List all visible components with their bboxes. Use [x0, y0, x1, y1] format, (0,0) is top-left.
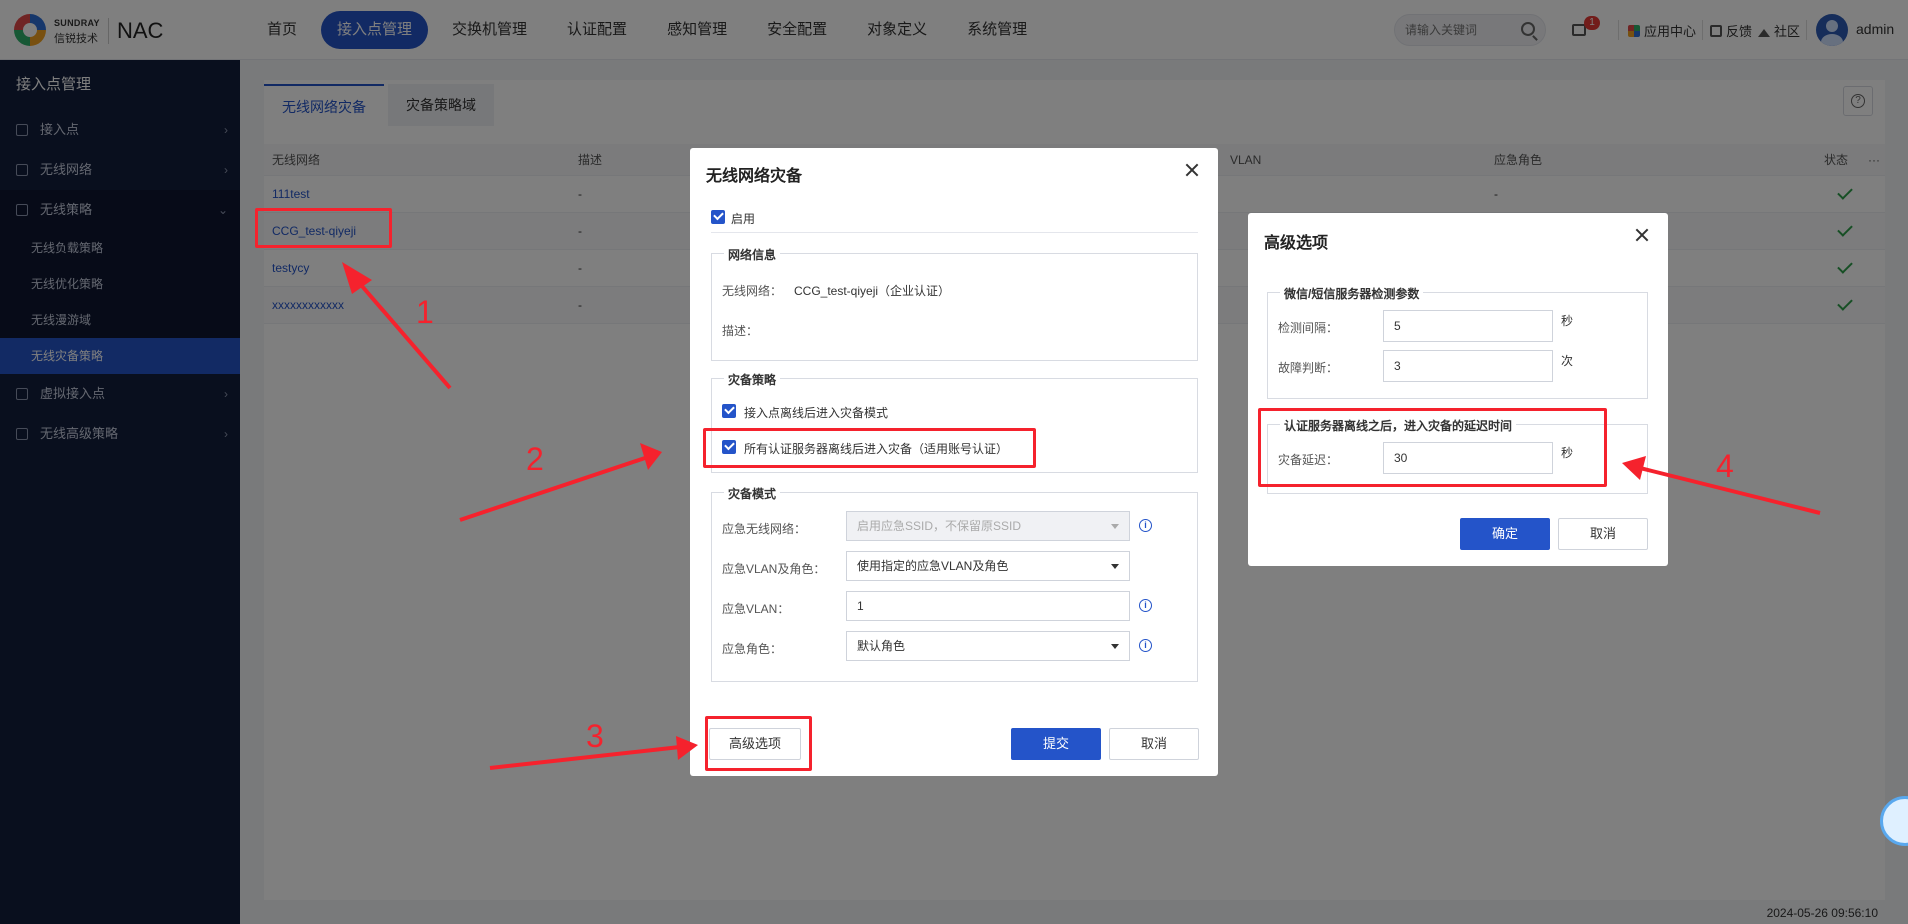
- description-label: 描述：: [722, 324, 759, 338]
- annotation-number-3: 3: [586, 718, 604, 754]
- vlan-label: 应急VLAN：: [722, 602, 790, 616]
- chevron-down-icon: [1111, 564, 1119, 569]
- emergency-wlan-select: 启用应急SSID，不保留原SSID: [846, 511, 1130, 541]
- ap-offline-checkbox[interactable]: [722, 404, 736, 418]
- input-value: 1: [857, 599, 864, 613]
- select-value: 默认角色: [857, 639, 906, 653]
- cancel-button[interactable]: 取消: [1109, 728, 1199, 760]
- chevron-down-icon: [1111, 644, 1119, 649]
- network-value: CCG_test-qiyeji（企业认证）: [794, 284, 951, 298]
- vlan-role-select[interactable]: 使用指定的应急VLAN及角色: [846, 551, 1130, 581]
- fault-label: 故障判断：: [1278, 361, 1339, 375]
- annotation-highlight-3: [705, 716, 812, 771]
- select-value: 使用指定的应急VLAN及角色: [857, 559, 1009, 573]
- annotation-number-4: 4: [1716, 448, 1734, 484]
- enable-label: 启用: [731, 212, 756, 226]
- vlan-input[interactable]: 1: [846, 591, 1130, 621]
- annotation-highlight-2: [703, 428, 1036, 468]
- input-value: 3: [1394, 359, 1401, 373]
- annotation-highlight-1: [255, 208, 392, 248]
- group-legend: 灾备策略: [724, 371, 781, 388]
- role-select[interactable]: 默认角色: [846, 631, 1130, 661]
- close-icon[interactable]: [1182, 160, 1202, 180]
- info-icon[interactable]: i: [1139, 639, 1152, 652]
- mode-group: 灾备模式 应急无线网络： 启用应急SSID，不保留原SSID i 应急VLAN及…: [711, 485, 1198, 682]
- detection-params-group: 微信/短信服务器检测参数 检测间隔： 5 秒 故障判断： 3 次: [1267, 285, 1648, 399]
- ap-offline-label: 接入点离线后进入灾备模式: [744, 406, 889, 420]
- emergency-wlan-label: 应急无线网络：: [722, 522, 807, 536]
- interval-input[interactable]: 5: [1383, 310, 1553, 342]
- group-legend: 灾备模式: [724, 485, 781, 502]
- annotation-number-1: 1: [416, 294, 434, 330]
- annotation-highlight-4: [1258, 408, 1607, 487]
- annotation-number-2: 2: [526, 441, 544, 477]
- chevron-down-icon: [1111, 524, 1119, 529]
- cancel-button[interactable]: 取消: [1558, 518, 1648, 550]
- dialog-title: 高级选项: [1264, 235, 1329, 252]
- confirm-button[interactable]: 确定: [1460, 518, 1550, 550]
- input-value: 5: [1394, 319, 1401, 333]
- select-value: 启用应急SSID，不保留原SSID: [857, 519, 1022, 533]
- interval-unit: 秒: [1561, 314, 1574, 328]
- submit-button[interactable]: 提交: [1011, 728, 1101, 760]
- group-legend: 微信/短信服务器检测参数: [1280, 285, 1424, 302]
- dialog-title: 无线网络灾备: [706, 168, 803, 185]
- role-label: 应急角色：: [722, 642, 783, 656]
- divider: [711, 232, 1198, 233]
- fault-unit: 次: [1561, 354, 1574, 368]
- vlan-role-label: 应急VLAN及角色：: [722, 562, 826, 576]
- network-label: 无线网络：: [722, 284, 783, 298]
- advanced-options-dialog: 高级选项 微信/短信服务器检测参数 检测间隔： 5 秒 故障判断： 3 次 认证…: [1248, 213, 1668, 566]
- info-icon[interactable]: i: [1139, 599, 1152, 612]
- close-icon[interactable]: [1632, 225, 1652, 245]
- enable-checkbox[interactable]: [711, 210, 725, 224]
- fault-input[interactable]: 3: [1383, 350, 1553, 382]
- info-icon[interactable]: i: [1139, 519, 1152, 532]
- group-legend: 网络信息: [724, 246, 781, 263]
- network-info-group: 网络信息 无线网络： CCG_test-qiyeji（企业认证） 描述：: [711, 246, 1198, 361]
- interval-label: 检测间隔：: [1278, 321, 1339, 335]
